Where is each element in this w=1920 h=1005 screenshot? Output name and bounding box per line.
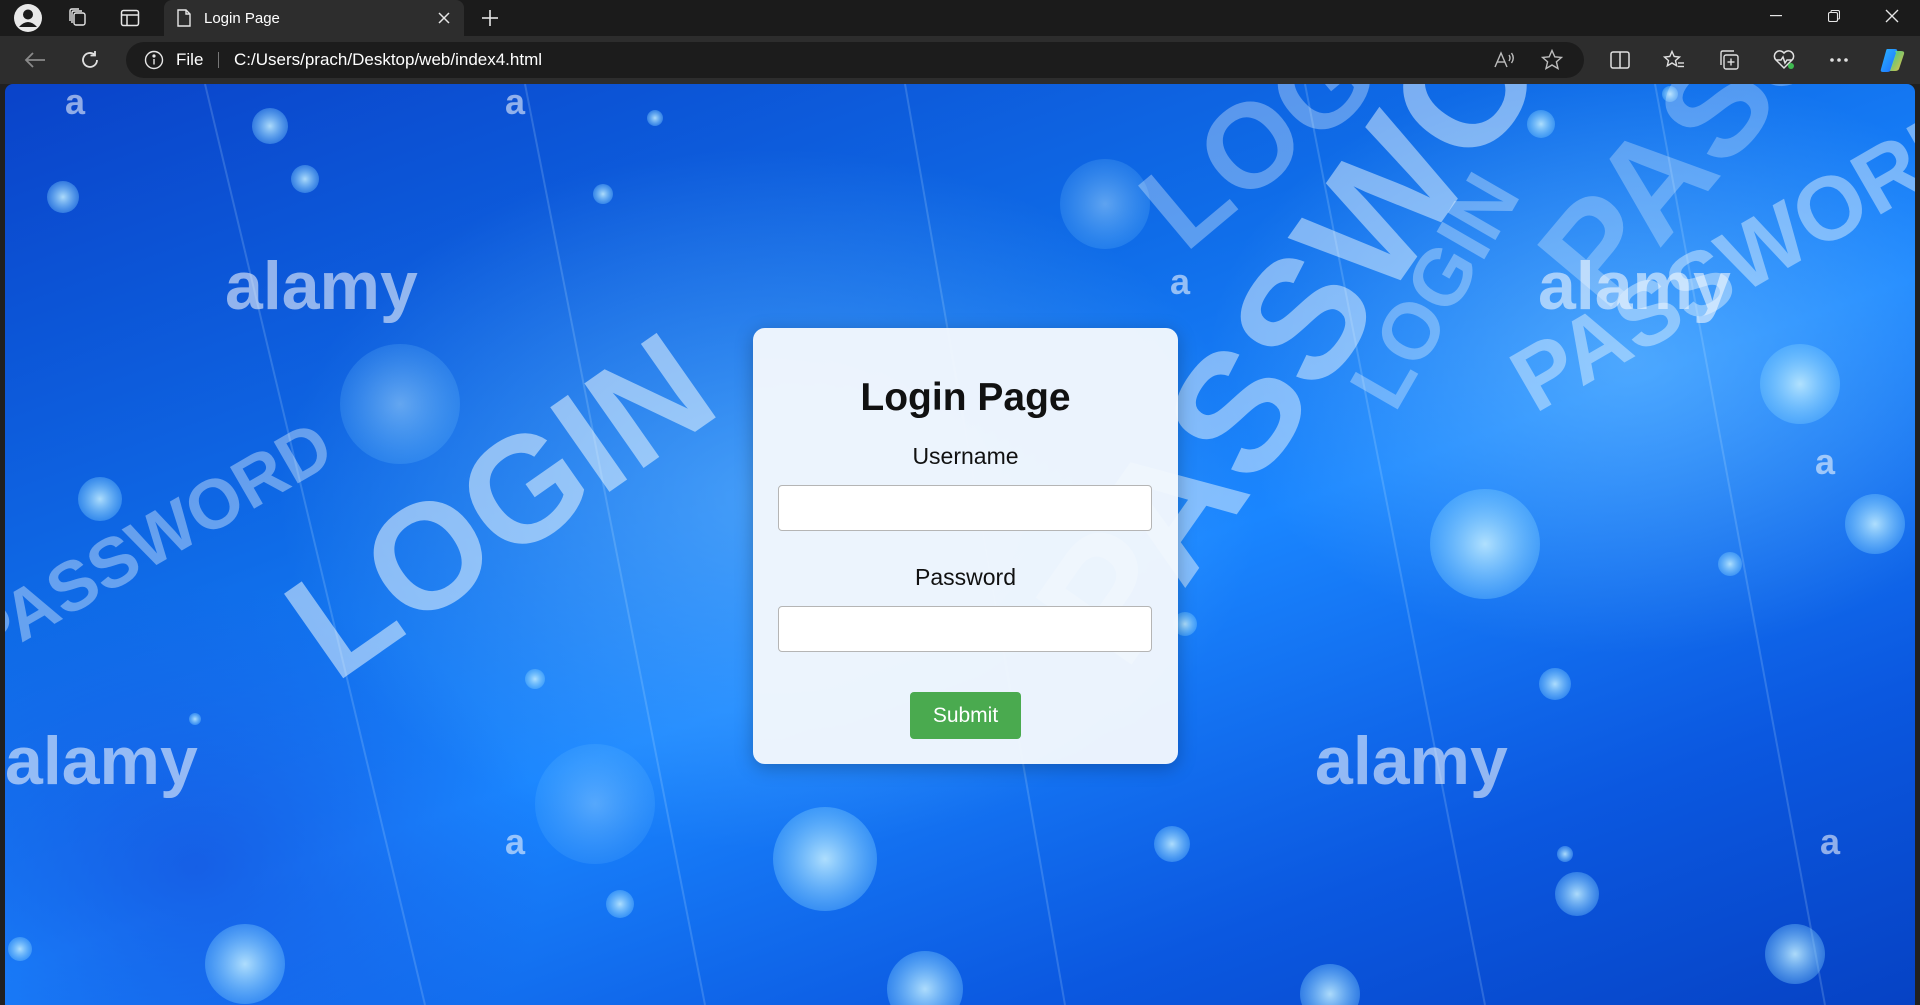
watermark-alamy: alamy <box>225 248 418 324</box>
close-icon[interactable] <box>1864 0 1920 32</box>
read-aloud-icon[interactable] <box>1489 45 1521 75</box>
minimize-icon[interactable] <box>1748 0 1804 32</box>
page-title: Login Page <box>860 376 1071 419</box>
info-icon[interactable] <box>144 50 164 70</box>
page-icon <box>164 9 204 27</box>
star-icon[interactable] <box>1536 45 1568 75</box>
favorites-icon[interactable] <box>1654 44 1694 76</box>
workspaces-icon[interactable] <box>56 0 100 36</box>
address-separator <box>218 52 219 68</box>
username-label: Username <box>912 443 1019 469</box>
watermark-a: a <box>505 821 526 862</box>
bg-word-password: PASSWORD <box>5 406 345 677</box>
password-label: Password <box>915 564 1016 590</box>
tab-title: Login Page <box>204 9 280 27</box>
tab-strip: Login Page <box>0 0 1920 36</box>
tab-close-icon[interactable] <box>424 12 464 24</box>
watermark-alamy: alamy <box>1538 248 1731 324</box>
plus-icon[interactable] <box>468 0 512 36</box>
back-arrow-icon[interactable] <box>17 44 53 76</box>
collections-icon[interactable] <box>1709 44 1749 76</box>
address-scheme-label: File <box>176 50 204 69</box>
watermark-a: a <box>1820 821 1841 862</box>
watermark-a: a <box>65 84 86 122</box>
more-icon[interactable] <box>1819 44 1859 76</box>
tab-login-page[interactable]: Login Page <box>164 0 464 36</box>
page-viewport: LOGIN PASSWORD PASSWORD LOGIN PASSWORD L… <box>5 84 1915 1005</box>
address-bar[interactable]: File C:/Users/prach/Desktop/web/index4.h… <box>126 42 1584 78</box>
password-input[interactable] <box>778 606 1152 652</box>
watermark-a: a <box>1815 441 1836 482</box>
browser-toolbar: File C:/Users/prach/Desktop/web/index4.h… <box>0 36 1920 84</box>
profile-icon[interactable] <box>6 0 50 36</box>
watermark-alamy: alamy <box>5 723 198 799</box>
bg-word-login: LOGIN <box>257 300 742 710</box>
watermark-a: a <box>1170 261 1191 302</box>
split-screen-icon[interactable] <box>1600 44 1640 76</box>
copilot-icon[interactable] <box>1873 44 1913 76</box>
username-input[interactable] <box>778 485 1152 531</box>
submit-button[interactable]: Submit <box>910 692 1021 739</box>
refresh-icon[interactable] <box>72 44 108 76</box>
heart-pulse-icon[interactable] <box>1764 44 1804 76</box>
watermark-alamy: alamy <box>1315 723 1508 799</box>
tab-actions-icon[interactable] <box>108 0 152 36</box>
url-text[interactable]: C:/Users/prach/Desktop/web/index4.html <box>234 42 542 78</box>
login-card: Login Page Username Password Submit <box>753 328 1178 764</box>
restore-icon[interactable] <box>1806 0 1862 32</box>
watermark-a: a <box>505 84 526 122</box>
